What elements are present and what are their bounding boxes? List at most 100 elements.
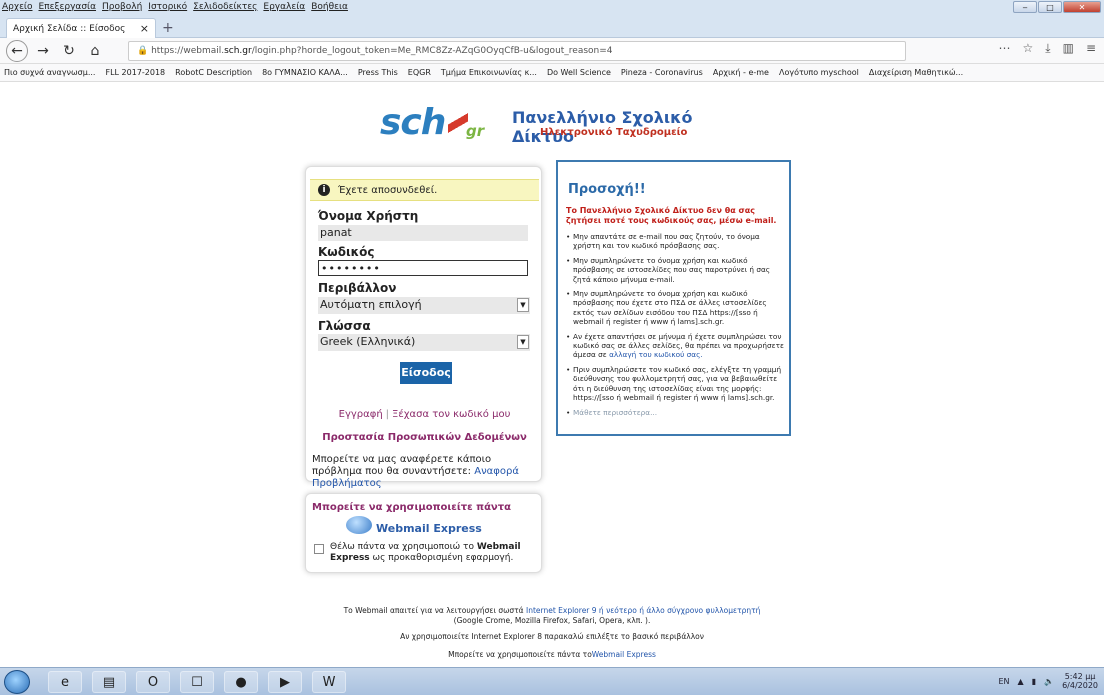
app-icon[interactable]: ☐ <box>180 671 214 693</box>
forward-icon[interactable]: → <box>32 40 54 62</box>
password-field[interactable]: •••••••• <box>318 260 528 276</box>
register-link[interactable]: Εγγραφή <box>339 409 383 420</box>
logout-notice: i Έχετε αποσυνδεθεί. <box>310 179 539 201</box>
environment-value: Αυτόματη επιλογή <box>320 298 422 311</box>
bookmark-item[interactable]: Αρχική - e-me <box>713 68 769 77</box>
url-path: /login.php?horde_logout_token=Me_RMC8Zz-… <box>251 46 613 56</box>
bookmark-item[interactable]: Press This <box>358 68 398 77</box>
bookmark-item[interactable]: FLL 2017-2018 <box>105 68 165 77</box>
language-value: Greek (Ελληνικά) <box>320 335 416 348</box>
sch-logo: sch gr Πανελλήνιο Σχολικό Δίκτυο Ηλεκτρο… <box>380 102 740 146</box>
maximize-button[interactable]: □ <box>1038 1 1062 13</box>
username-field[interactable]: panat <box>318 225 528 241</box>
reload-icon[interactable]: ↻ <box>58 40 80 62</box>
close-window-button[interactable]: ✕ <box>1063 1 1101 13</box>
explorer-icon[interactable]: ▤ <box>92 671 126 693</box>
bookmark-item[interactable]: Λογότυπο myschool <box>779 68 859 77</box>
language-select[interactable]: Greek (Ελληνικά) ▼ <box>318 334 530 351</box>
bookmark-item[interactable]: Do Well Science <box>547 68 611 77</box>
environment-select[interactable]: Αυτόματη επιλογή ▼ <box>318 297 530 314</box>
report-text: Μπορείτε να μας αναφέρετε κάποιο πρόβλημ… <box>312 454 492 477</box>
bookmark-item[interactable]: 8ο ΓΥΜΝΑΣΙΟ ΚΑΛΑ... <box>262 68 348 77</box>
footer-line-1: Το Webmail απαιτεί για να λειτουργήσει σ… <box>0 606 1104 616</box>
language-indicator[interactable]: EN <box>998 677 1009 686</box>
bookmark-star-icon[interactable]: ☆ <box>1023 41 1034 56</box>
home-icon[interactable]: ⌂ <box>84 40 106 62</box>
warning-highlight: Το Πανελλήνιο Σχολικό Δίκτυο δεν θα σας … <box>566 206 777 225</box>
bookmark-item[interactable]: RobotC Description <box>175 68 252 77</box>
warning-item: Πριν συμπληρώσετε τον κωδικό σας, ελέγξτ… <box>566 365 788 403</box>
browser-requirements-link[interactable]: Internet Explorer 9 ή νεότερο ή άλλο σύγ… <box>526 606 760 615</box>
webmail-express-link[interactable]: Webmail Express <box>376 522 482 535</box>
ie-icon[interactable]: e <box>48 671 82 693</box>
tab-active[interactable]: Αρχική Σελίδα :: Είσοδος × <box>6 18 156 38</box>
bookmark-item[interactable]: Διαχείριση Μαθητικώ... <box>869 68 963 77</box>
bookmark-item[interactable]: Pineza - Coronavirus <box>621 68 703 77</box>
bookmark-item[interactable]: Τμήμα Επικοινωνίας κ... <box>441 68 537 77</box>
minimize-button[interactable]: ‒ <box>1013 1 1037 13</box>
express-default-checkbox[interactable] <box>314 544 324 554</box>
username-label: Όνομα Χρήστη <box>318 209 419 223</box>
new-tab-button[interactable]: + <box>162 20 174 36</box>
volume-icon[interactable]: 🔈 <box>1044 677 1054 686</box>
back-icon[interactable]: ← <box>6 39 28 62</box>
menu-file[interactable]: Αρχείο <box>2 2 33 12</box>
start-button[interactable] <box>4 670 30 694</box>
page-actions-icon[interactable]: ⋯ <box>999 41 1011 56</box>
menu-bookmarks[interactable]: Σελιδοδείκτες <box>193 2 257 12</box>
chevron-down-icon[interactable]: ▼ <box>517 335 529 349</box>
system-tray: EN ▲ ▮ 🔈 5:42 μμ 6/4/2020 <box>998 672 1098 690</box>
page-content: sch gr Πανελλήνιο Σχολικό Δίκτυο Ηλεκτρο… <box>0 82 1104 667</box>
change-password-link[interactable]: αλλαγή του κωδικού σας. <box>609 350 703 359</box>
warning-title: Προσοχή!! <box>568 182 646 197</box>
tab-title: Αρχική Σελίδα :: Είσοδος <box>13 23 126 34</box>
footer-text: Μπορείτε να χρησιμοποιείτε πάντα το <box>448 650 592 659</box>
menu-tools[interactable]: Εργαλεία <box>263 2 305 12</box>
tab-bar: Αρχική Σελίδα :: Είσοδος × + <box>0 14 1104 38</box>
word-icon[interactable]: W <box>312 671 346 693</box>
bookmark-item[interactable]: Πιο συχνά αναγνωσμ... <box>4 68 95 77</box>
anydesk-icon[interactable]: ▶ <box>268 671 302 693</box>
menu-bar: Αρχείο Επεξεργασία Προβολή Ιστορικό Σελι… <box>0 0 1104 14</box>
footer-line-3: Αν χρησιμοποιείτε Internet Explorer 8 πα… <box>400 632 704 641</box>
tray-up-icon[interactable]: ▲ <box>1018 677 1024 686</box>
chevron-down-icon[interactable]: ▼ <box>517 298 529 312</box>
outlook-icon[interactable]: O <box>136 671 170 693</box>
downloads-icon[interactable]: ⤓ <box>1045 41 1050 56</box>
warning-item: Αν έχετε απαντήσει σε μήνυμα ή έχετε συμ… <box>566 332 788 360</box>
security-warning-box: Προσοχή!! Το Πανελλήνιο Σχολικό Δίκτυο δ… <box>556 160 791 436</box>
warning-item: Μάθετε περισσότερα... <box>566 408 788 418</box>
url-host: sch.gr <box>224 46 252 56</box>
url-bar[interactable]: 🔒 https://webmail.sch.gr/login.php?horde… <box>128 41 906 61</box>
login-button[interactable]: Είσοδος <box>400 362 452 384</box>
warning-item: Μην συμπληρώνετε το όνομα χρήση και κωδι… <box>566 256 788 284</box>
learn-more-link[interactable]: Μάθετε περισσότερα... <box>573 408 657 417</box>
webmail-express-icon[interactable] <box>346 516 372 534</box>
express-checkbox-text: Θέλω πάντα να χρησιμοποιώ το <box>330 542 474 552</box>
privacy-link[interactable]: Προστασία Προσωπικών Δεδομένων <box>306 432 543 443</box>
menu-edit[interactable]: Επεξεργασία <box>39 2 97 12</box>
clock[interactable]: 5:42 μμ 6/4/2020 <box>1062 672 1098 690</box>
menu-view[interactable]: Προβολή <box>102 2 142 12</box>
firefox-icon[interactable]: ● <box>224 671 258 693</box>
environment-label: Περιβάλλον <box>318 281 397 295</box>
logo-subtitle: Ηλεκτρονικό Ταχυδρομείο <box>540 127 688 138</box>
url-prefix: https://webmail. <box>151 46 225 56</box>
tab-close-icon[interactable]: × <box>140 22 149 35</box>
menu-history[interactable]: Ιστορικό <box>148 2 187 12</box>
footer-express-link[interactable]: Webmail Express <box>592 650 656 659</box>
menu-help[interactable]: Βοήθεια <box>311 2 348 12</box>
express-checkbox-text-end: ως προκαθορισμένη εφαρμογή. <box>372 553 514 563</box>
warning-item: Μην συμπληρώνετε το όνομα χρήση και κωδι… <box>566 289 788 327</box>
library-icon[interactable]: ▥ <box>1063 41 1074 56</box>
menu-icon[interactable]: ≡ <box>1086 41 1096 56</box>
bookmark-item[interactable]: EQGR <box>408 68 431 77</box>
taskbar: e ▤ O ☐ ● ▶ W EN ▲ ▮ 🔈 5:42 μμ 6/4/2020 <box>0 667 1104 695</box>
network-icon[interactable]: ▮ <box>1032 677 1036 686</box>
password-label: Κωδικός <box>318 245 375 259</box>
footer-text: Το Webmail απαιτεί για να λειτουργήσει σ… <box>343 606 524 615</box>
pencil-icon <box>448 108 468 138</box>
forgot-password-link[interactable]: Ξέχασα τον κωδικό μου <box>392 409 510 420</box>
webmail-express-box: Μπορείτε να χρησιμοποιείτε πάντα Webmail… <box>305 493 542 573</box>
login-box: i Έχετε αποσυνδεθεί. Όνομα Χρήστη panat … <box>305 166 543 489</box>
